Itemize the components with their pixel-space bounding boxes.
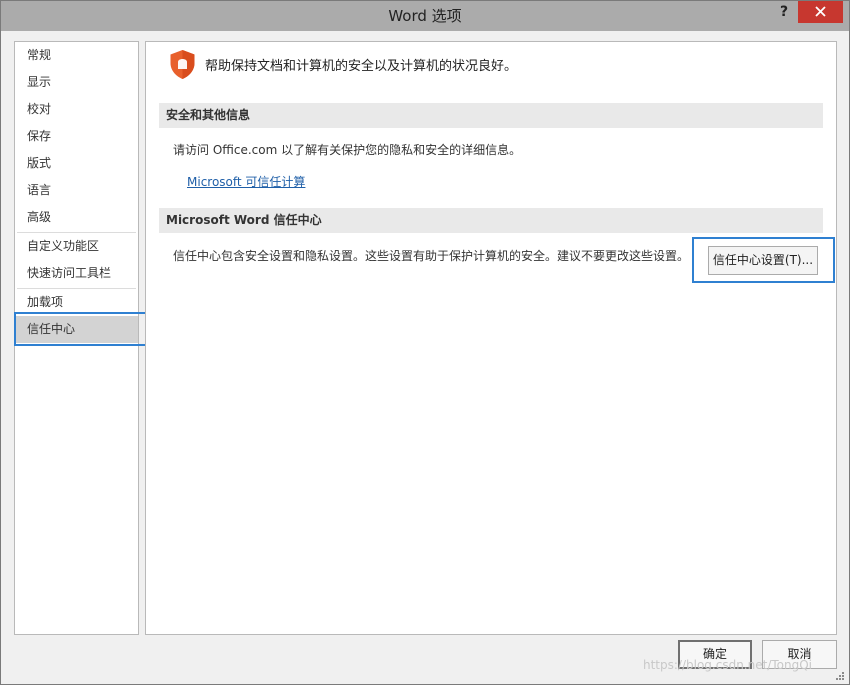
window-title: Word 选项 — [388, 7, 462, 25]
close-icon — [815, 6, 826, 17]
nav-item-label: 版式 — [27, 156, 52, 170]
nav-item-quick-access-toolbar[interactable]: 快速访问工具栏 — [15, 260, 138, 287]
nav-item-label: 常规 — [27, 48, 52, 62]
nav-item-label: 高级 — [27, 210, 52, 224]
nav-item-display[interactable]: 显示 — [15, 69, 138, 96]
section-title: 安全和其他信息 — [166, 108, 251, 122]
trust-center-settings-highlight — [692, 237, 835, 283]
nav-item-label: 显示 — [27, 75, 52, 89]
trust-center-header: Microsoft Word 信任中心 — [159, 208, 823, 233]
nav-item-customize-ribbon[interactable]: 自定义功能区 — [15, 233, 138, 260]
section-title: Microsoft Word 信任中心 — [166, 213, 322, 227]
close-button[interactable] — [798, 1, 843, 23]
security-info-text: 请访问 Office.com 以了解有关保护您的隐私和安全的详细信息。 — [173, 143, 522, 157]
nav-item-general[interactable]: 常规 — [15, 42, 138, 69]
trust-center-intro: 帮助保持文档和计算机的安全以及计算机的状况良好。 — [205, 59, 518, 74]
nav-item-save[interactable]: 保存 — [15, 123, 138, 150]
nav-item-proofing[interactable]: 校对 — [15, 96, 138, 123]
help-button[interactable]: ? — [771, 1, 797, 23]
trustworthy-computing-link[interactable]: Microsoft 可信任计算 — [187, 173, 305, 190]
options-dialog: Word 选项 ? 常规 显示 校对 保存 版式 语言 高级 自定义功能区 快速… — [0, 0, 850, 685]
resize-grip-icon[interactable] — [835, 671, 845, 681]
watermark: https://blog.csdn.net/TongQi — [643, 658, 812, 672]
nav-item-language[interactable]: 语言 — [15, 177, 138, 204]
nav-item-label: 加载项 — [27, 295, 64, 309]
nav-item-label: 保存 — [27, 129, 52, 143]
nav-item-label: 快速访问工具栏 — [27, 266, 112, 280]
trust-center-nav-highlight — [14, 312, 155, 346]
nav-item-advanced[interactable]: 高级 — [15, 204, 138, 231]
nav-item-layout[interactable]: 版式 — [15, 150, 138, 177]
nav-item-label: 校对 — [27, 102, 52, 116]
nav-item-label: 语言 — [27, 183, 52, 197]
nav-item-label: 自定义功能区 — [27, 239, 100, 253]
trust-center-description: 信任中心包含安全设置和隐私设置。这些设置有助于保护计算机的安全。建议不要更改这些… — [173, 249, 690, 263]
trust-center-panel: 帮助保持文档和计算机的安全以及计算机的状况良好。 安全和其他信息 请访问 Off… — [145, 41, 837, 635]
security-info-header: 安全和其他信息 — [159, 103, 823, 128]
shield-icon — [170, 50, 195, 79]
title-bar[interactable]: Word 选项 ? — [1, 1, 849, 31]
